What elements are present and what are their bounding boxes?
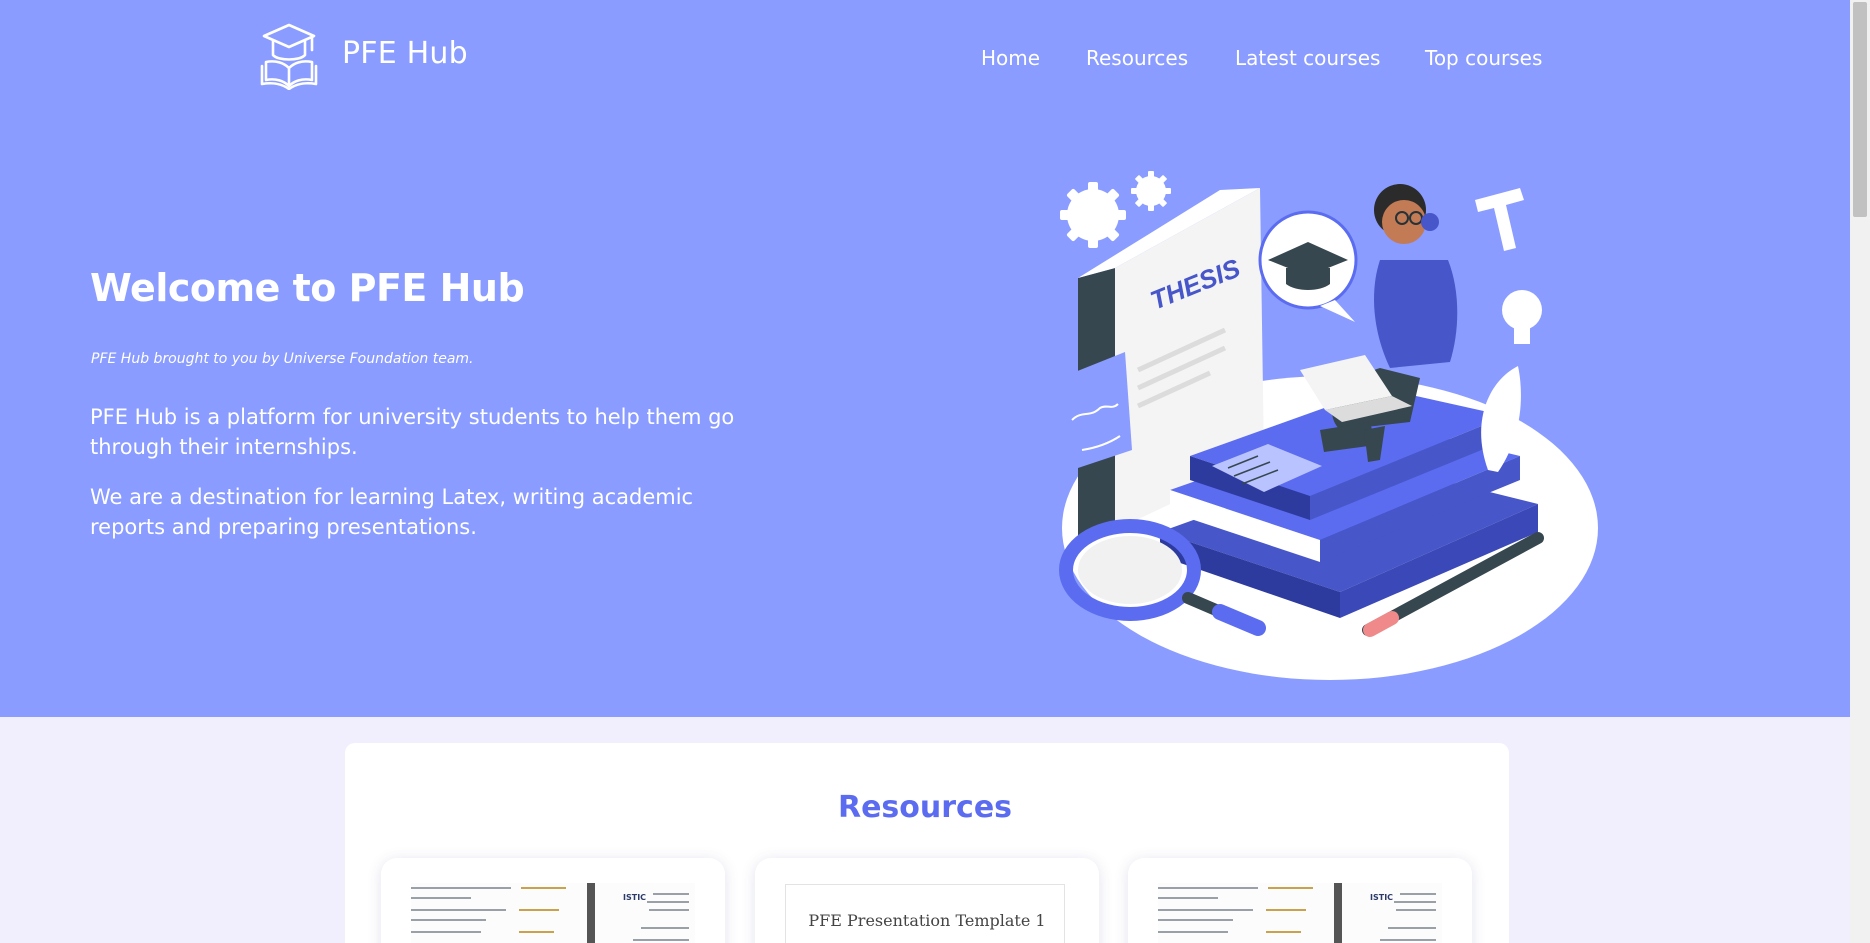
presentation-template-title: PFE Presentation Template 1 xyxy=(808,911,1046,930)
istic-logo: ISTIC xyxy=(1370,893,1394,902)
gear-icon xyxy=(1131,171,1171,211)
scrollbar-thumb[interactable] xyxy=(1853,2,1867,217)
gear-icon xyxy=(1060,182,1126,248)
resource-thumbnail: ISTIC xyxy=(411,883,695,943)
main-navigation: Home Resources Latest courses Top course… xyxy=(0,46,1850,76)
student-thesis-illustration: THESIS xyxy=(1059,171,1598,680)
nav-link-home[interactable]: Home xyxy=(981,46,1040,70)
hero-title: Welcome to PFE Hub xyxy=(90,266,525,310)
resource-card-latex-report[interactable]: ISTIC xyxy=(1128,858,1472,943)
resource-card-presentation[interactable]: PFE Presentation Template 1 xyxy=(755,858,1099,943)
hero-subtitle: PFE Hub brought to you by Universe Found… xyxy=(91,351,474,367)
nav-link-resources[interactable]: Resources xyxy=(1086,46,1188,70)
istic-logo: ISTIC xyxy=(623,893,647,902)
hero-description-2: We are a destination for learning Latex,… xyxy=(90,485,694,539)
hero-description-1: PFE Hub is a platform for university stu… xyxy=(90,405,735,459)
resources-heading: Resources xyxy=(837,790,1013,825)
resource-thumbnail: ISTIC xyxy=(1158,883,1442,943)
resource-card-latex-report[interactable]: ISTIC xyxy=(381,858,725,943)
nav-link-latest-courses[interactable]: Latest courses xyxy=(1235,46,1380,70)
nav-link-top-courses[interactable]: Top courses xyxy=(1425,46,1542,70)
